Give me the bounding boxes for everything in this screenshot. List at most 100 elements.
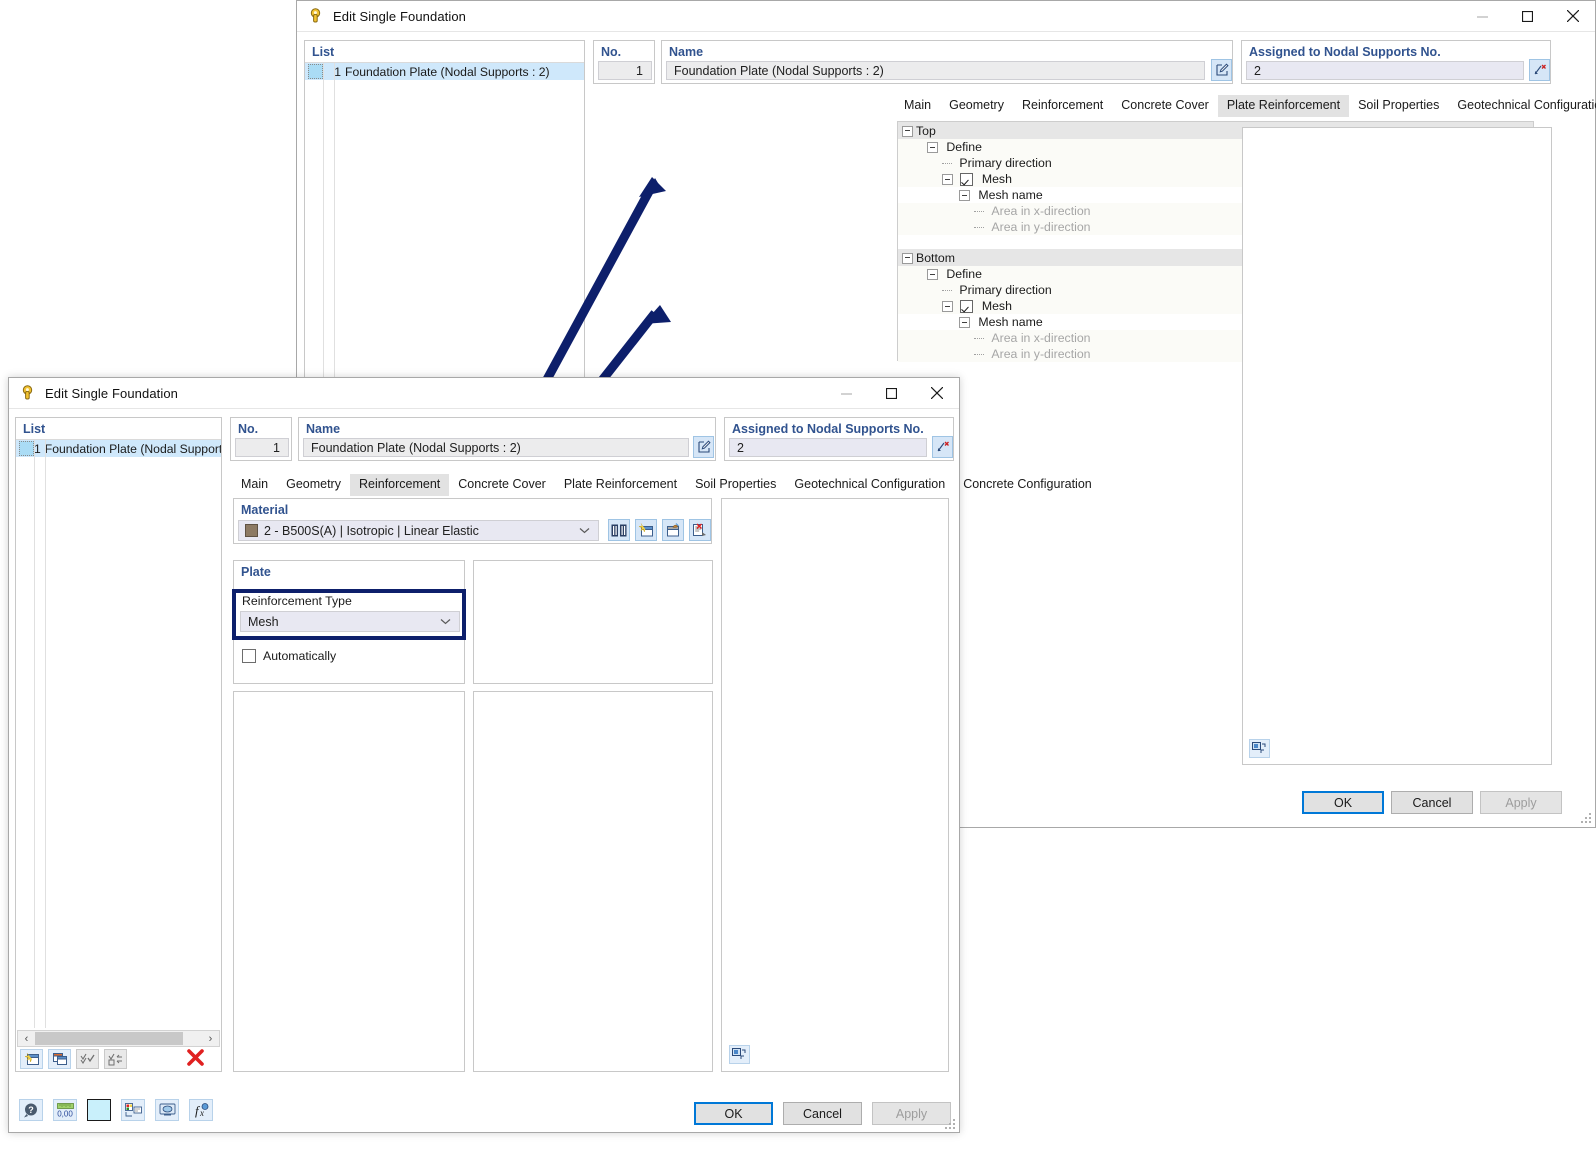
close-icon[interactable] [1550,1,1595,32]
color-swatch-icon[interactable] [87,1099,111,1121]
material-combo[interactable]: 2 - B500S(A) | Isotropic | Linear Elasti… [238,520,599,541]
back-ok-button[interactable]: OK [1302,791,1384,814]
plate-label: Plate [241,565,271,579]
new-material-icon[interactable] [635,519,657,541]
scroll-right-arrow[interactable]: › [202,1033,219,1045]
front-tabstrip[interactable]: Main Geometry Reinforcement Concrete Cov… [232,474,1092,496]
tab-concrete-configuration[interactable]: Concrete Configuration [954,474,1101,496]
back-name-field[interactable]: Foundation Plate (Nodal Supports : 2) [666,61,1205,80]
back-resize-grip[interactable] [1581,813,1593,825]
list-horizontal-scrollbar[interactable]: ‹ › [17,1030,220,1047]
tab-concrete-cover[interactable]: Concrete Cover [1112,95,1218,117]
list-toolbar[interactable] [20,1048,219,1069]
tab-geometry[interactable]: Geometry [940,95,1013,117]
minimize-icon[interactable] [1460,1,1505,32]
foundation-preview-panel[interactable] [721,498,949,1072]
tab-main[interactable]: Main [895,95,940,117]
mesh-checkbox[interactable] [960,300,974,314]
tab-reinforcement[interactable]: Reinforcement [1013,95,1112,117]
tab-plate-reinforcement[interactable]: Plate Reinforcement [1217,95,1350,117]
front-bottom-toolbar[interactable]: ? 0,00 f x [19,1098,213,1122]
list-item[interactable]: 1 Foundation Plate (Nodal Supports : 2 [16,440,221,457]
display-properties-icon[interactable] [121,1099,145,1121]
tab-geometry[interactable]: Geometry [277,474,350,496]
scroll-left-arrow[interactable]: ‹ [18,1033,35,1045]
back-list-label: List [312,45,335,59]
front-no-field[interactable]: 1 [235,438,289,457]
select-all-icon[interactable] [76,1048,99,1069]
front-window-controls[interactable] [824,378,959,409]
back-preview-panel[interactable] [1242,127,1552,765]
material-label: Material [241,503,289,517]
back-no-field[interactable]: 1 [598,61,652,80]
collapse-icon[interactable] [927,142,938,154]
tab-reinforcement[interactable]: Reinforcement [349,474,450,496]
front-name-field[interactable]: Foundation Plate (Nodal Supports : 2) [303,438,689,457]
maximize-icon[interactable] [869,378,914,409]
view-settings-icon[interactable] [155,1099,179,1121]
back-tabstrip[interactable]: Main Geometry Reinforcement Concrete Cov… [895,95,1596,117]
new-item-icon[interactable] [20,1048,43,1069]
material-info-icon[interactable] [689,519,711,541]
delete-item-icon[interactable] [186,1048,205,1070]
back-window-controls[interactable] [1460,1,1595,32]
edit-pencil-icon[interactable] [693,436,714,458]
collapse-icon[interactable] [927,269,938,281]
formula-icon[interactable]: f x [189,1099,213,1121]
front-no-label: No. [238,422,259,436]
tab-main[interactable]: Main [232,474,277,496]
back-apply-button[interactable]: Apply [1480,791,1562,814]
back-window-titlebar[interactable]: Edit Single Foundation [297,1,1595,32]
tab-geotechnical-configuration[interactable]: Geotechnical Configuration [1448,95,1596,117]
help-icon[interactable]: ? [19,1099,43,1121]
automatically-checkbox[interactable] [242,649,256,663]
toggle-selection-icon[interactable] [104,1048,127,1069]
edit-material-icon[interactable] [662,519,684,541]
tree-section-bottom-label: Bottom [916,250,955,265]
front-window-titlebar[interactable]: Edit Single Foundation [9,378,959,409]
collapse-icon[interactable] [959,317,970,329]
collapse-icon[interactable] [942,301,953,313]
minimize-icon[interactable] [824,378,869,409]
collapse-icon[interactable] [959,190,970,202]
tab-concrete-cover[interactable]: Concrete Cover [449,474,555,496]
edit-pencil-icon[interactable] [1211,59,1232,81]
list-item-label: Foundation Plate (Nodal Supports : 2 [44,441,221,456]
collapse-icon[interactable] [901,125,913,137]
copy-item-icon[interactable] [48,1048,71,1069]
pick-select-icon[interactable] [932,436,953,458]
render-settings-icon[interactable] [1249,739,1270,758]
units-icon[interactable]: 0,00 [53,1099,77,1121]
tab-soil-properties[interactable]: Soil Properties [686,474,785,496]
scroll-thumb[interactable] [35,1032,183,1045]
tab-plate-reinforcement[interactable]: Plate Reinforcement [555,474,686,496]
back-list-panel[interactable]: List 1 Foundation Plate (Nodal Supports … [304,40,585,380]
front-list-panel[interactable]: List 1 Foundation Plate (Nodal Supports … [15,417,222,1072]
front-window-edit-single-foundation[interactable]: Edit Single Foundation List 1 Foundation… [8,377,1092,1133]
material-library-icon[interactable] [608,519,630,541]
pick-select-icon[interactable] [1529,59,1550,81]
chevron-down-icon[interactable] [440,616,451,628]
chevron-down-icon[interactable] [579,525,590,537]
collapse-icon[interactable] [901,252,913,264]
back-assigned-field[interactable]: 2 [1246,61,1524,80]
tab-geotechnical-configuration[interactable]: Geotechnical Configuration [785,474,954,496]
list-item[interactable]: 1 Foundation Plate (Nodal Supports : 2) [305,63,584,80]
front-assigned-field[interactable]: 2 [729,438,927,457]
reinforcement-type-combo[interactable]: Mesh [240,611,460,632]
maximize-icon[interactable] [1505,1,1550,32]
tree-line-icon [974,227,984,229]
mesh-checkbox[interactable] [960,173,974,187]
render-settings-icon[interactable] [729,1045,750,1064]
collapse-icon[interactable] [942,174,953,186]
close-icon[interactable] [914,378,959,409]
tree-row-label: Mesh name [978,188,1043,202]
back-cancel-button[interactable]: Cancel [1391,791,1473,814]
tab-soil-properties[interactable]: Soil Properties [1349,95,1448,117]
front-ok-button[interactable]: OK [694,1102,773,1125]
automatically-checkbox-row[interactable]: Automatically [242,649,336,663]
back-no-value: 1 [636,63,643,78]
front-resize-grip[interactable] [945,1119,957,1131]
front-apply-button[interactable]: Apply [872,1102,951,1125]
front-cancel-button[interactable]: Cancel [783,1102,862,1125]
